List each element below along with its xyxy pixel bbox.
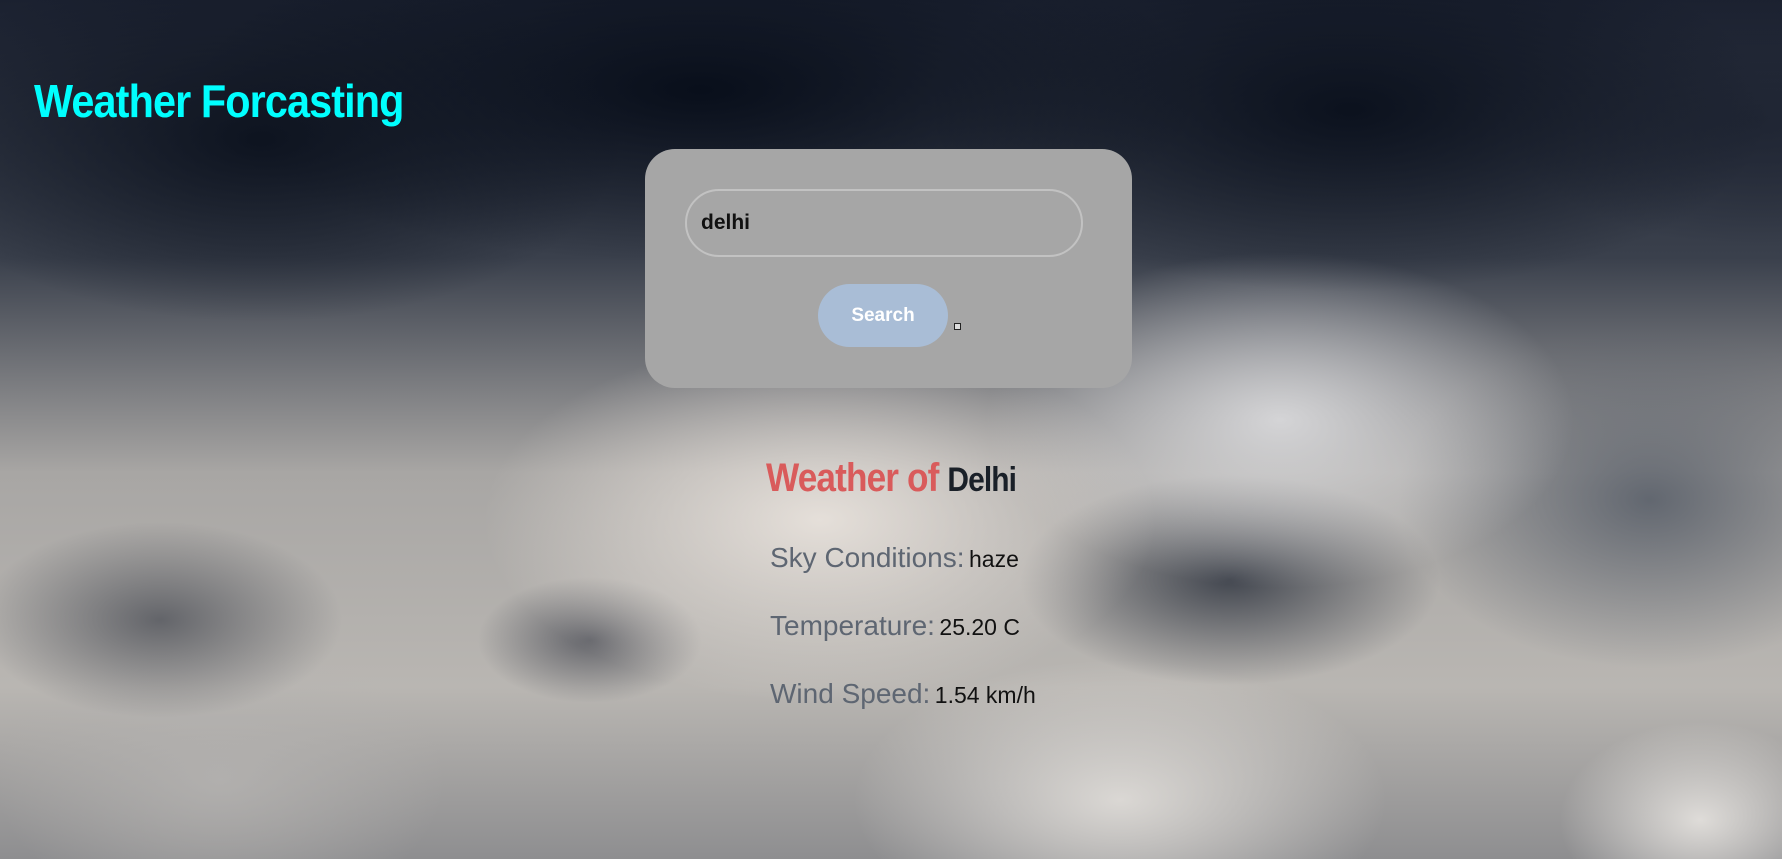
city-search-input[interactable] xyxy=(685,189,1083,257)
search-card: Search xyxy=(645,149,1132,388)
temperature-row: Temperature: 25.20 C xyxy=(770,610,1020,642)
heading-city: Delhi xyxy=(947,461,1017,499)
temperature-label: Temperature: xyxy=(770,610,935,641)
app-title: Weather Forcasting xyxy=(34,75,404,127)
weather-heading: Weather of Delhi xyxy=(766,456,1017,501)
sky-conditions-label: Sky Conditions: xyxy=(770,542,965,573)
wind-speed-label: Wind Speed: xyxy=(770,678,931,709)
loading-indicator-icon xyxy=(954,323,961,330)
sky-conditions-row: Sky Conditions: haze xyxy=(770,542,1019,574)
heading-prefix: Weather of xyxy=(766,456,939,500)
cloud-background xyxy=(0,0,1782,859)
wind-speed-row: Wind Speed: 1.54 km/h xyxy=(770,678,1036,710)
wind-speed-value: 1.54 km/h xyxy=(934,682,1036,708)
sky-conditions-value: haze xyxy=(969,546,1019,572)
temperature-value: 25.20 C xyxy=(939,614,1020,640)
search-button[interactable]: Search xyxy=(818,284,948,347)
